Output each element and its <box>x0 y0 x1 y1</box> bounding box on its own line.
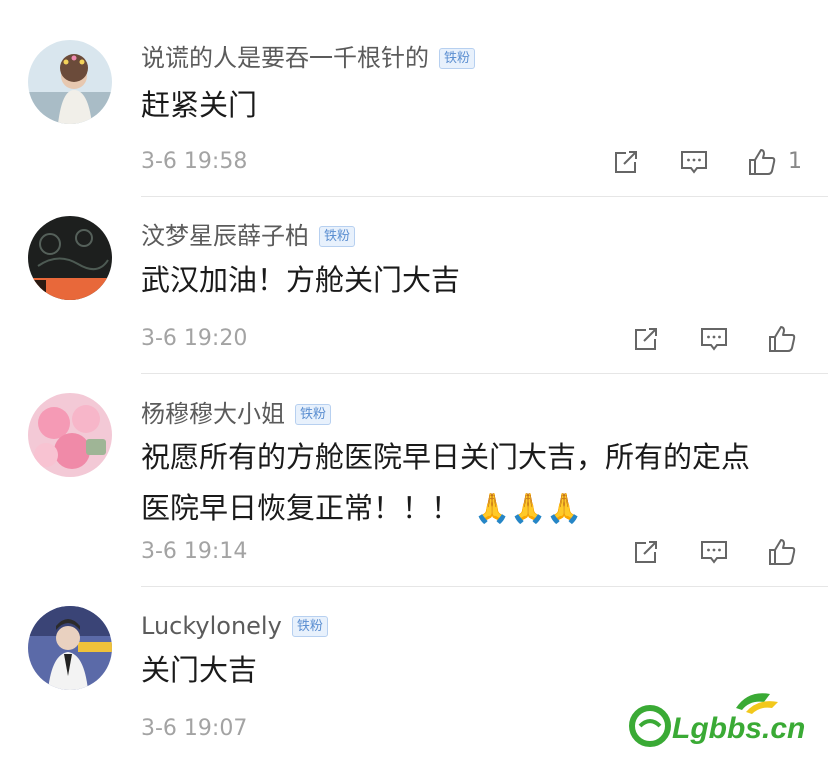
avatar-image-icon <box>28 393 112 477</box>
fan-badge: 铁粉 <box>439 47 476 69</box>
avatar-image-icon <box>28 40 112 124</box>
commenter-name[interactable]: 说谎的人是要吞一千根针的 <box>141 44 429 72</box>
share-icon <box>635 328 657 350</box>
share-icon <box>635 541 657 563</box>
comment-text: 关门大吉 <box>141 653 258 687</box>
avatar-image-icon <box>28 216 112 300</box>
like-button[interactable] <box>744 144 780 180</box>
avatar[interactable] <box>28 606 112 690</box>
share-icon <box>615 151 637 173</box>
comment-text-line: 医院早日恢复正常！！！ 🙏🙏🙏 <box>141 491 583 525</box>
comment-icon <box>681 151 707 174</box>
avatar[interactable] <box>28 393 112 477</box>
comment-time: 3-6 19:07 <box>141 716 248 741</box>
comment-text-line: 祝愿所有的方舱医院早日关门大吉，所有的定点 <box>141 440 751 474</box>
comment-text: 赶紧关门 <box>141 88 258 122</box>
comment-icon <box>701 541 727 564</box>
share-button[interactable] <box>628 534 664 570</box>
commenter-name[interactable]: Luckylonely <box>141 612 282 640</box>
divider <box>141 373 828 374</box>
share-button[interactable] <box>628 321 664 357</box>
site-watermark: Lgbbs.cn <box>628 690 824 750</box>
avatar[interactable] <box>28 216 112 300</box>
like-button[interactable] <box>764 534 800 570</box>
thumbs-up-icon <box>769 539 796 565</box>
thumbs-up-icon <box>749 149 776 175</box>
comment-text: 祝愿所有的方舱医院早日关门大吉，所有的定点 医院早日恢复正常！！！ 🙏🙏🙏 <box>141 432 801 534</box>
pray-emoji-icon: 🙏🙏🙏 <box>474 491 583 525</box>
commenter-name[interactable]: 杨穆穆大小姐 <box>141 400 285 428</box>
comment-time: 3-6 19:20 <box>141 326 248 351</box>
fan-badge: 铁粉 <box>291 615 328 637</box>
fan-badge: 铁粉 <box>295 403 332 425</box>
share-button[interactable] <box>608 144 644 180</box>
thumbs-up-icon <box>769 326 796 352</box>
like-button[interactable] <box>764 321 800 357</box>
svg-text:Lgbbs.cn: Lgbbs.cn <box>672 712 805 745</box>
comment-icon <box>701 328 727 351</box>
comment-time: 3-6 19:58 <box>141 149 248 174</box>
avatar[interactable] <box>28 40 112 124</box>
commenter-name[interactable]: 汶梦星辰薛子柏 <box>141 222 309 250</box>
divider <box>141 586 828 587</box>
fan-badge: 铁粉 <box>319 225 356 247</box>
divider <box>141 196 828 197</box>
comment-button[interactable] <box>696 321 732 357</box>
comment-button[interactable] <box>696 534 732 570</box>
avatar-image-icon <box>28 606 112 690</box>
like-count: 1 <box>788 149 802 174</box>
comment-time: 3-6 19:14 <box>141 539 248 564</box>
comment-text: 武汉加油！方舱关门大吉 <box>141 263 461 297</box>
comment-button[interactable] <box>676 144 712 180</box>
lgbbs-logo-icon: Lgbbs.cn <box>629 693 805 747</box>
